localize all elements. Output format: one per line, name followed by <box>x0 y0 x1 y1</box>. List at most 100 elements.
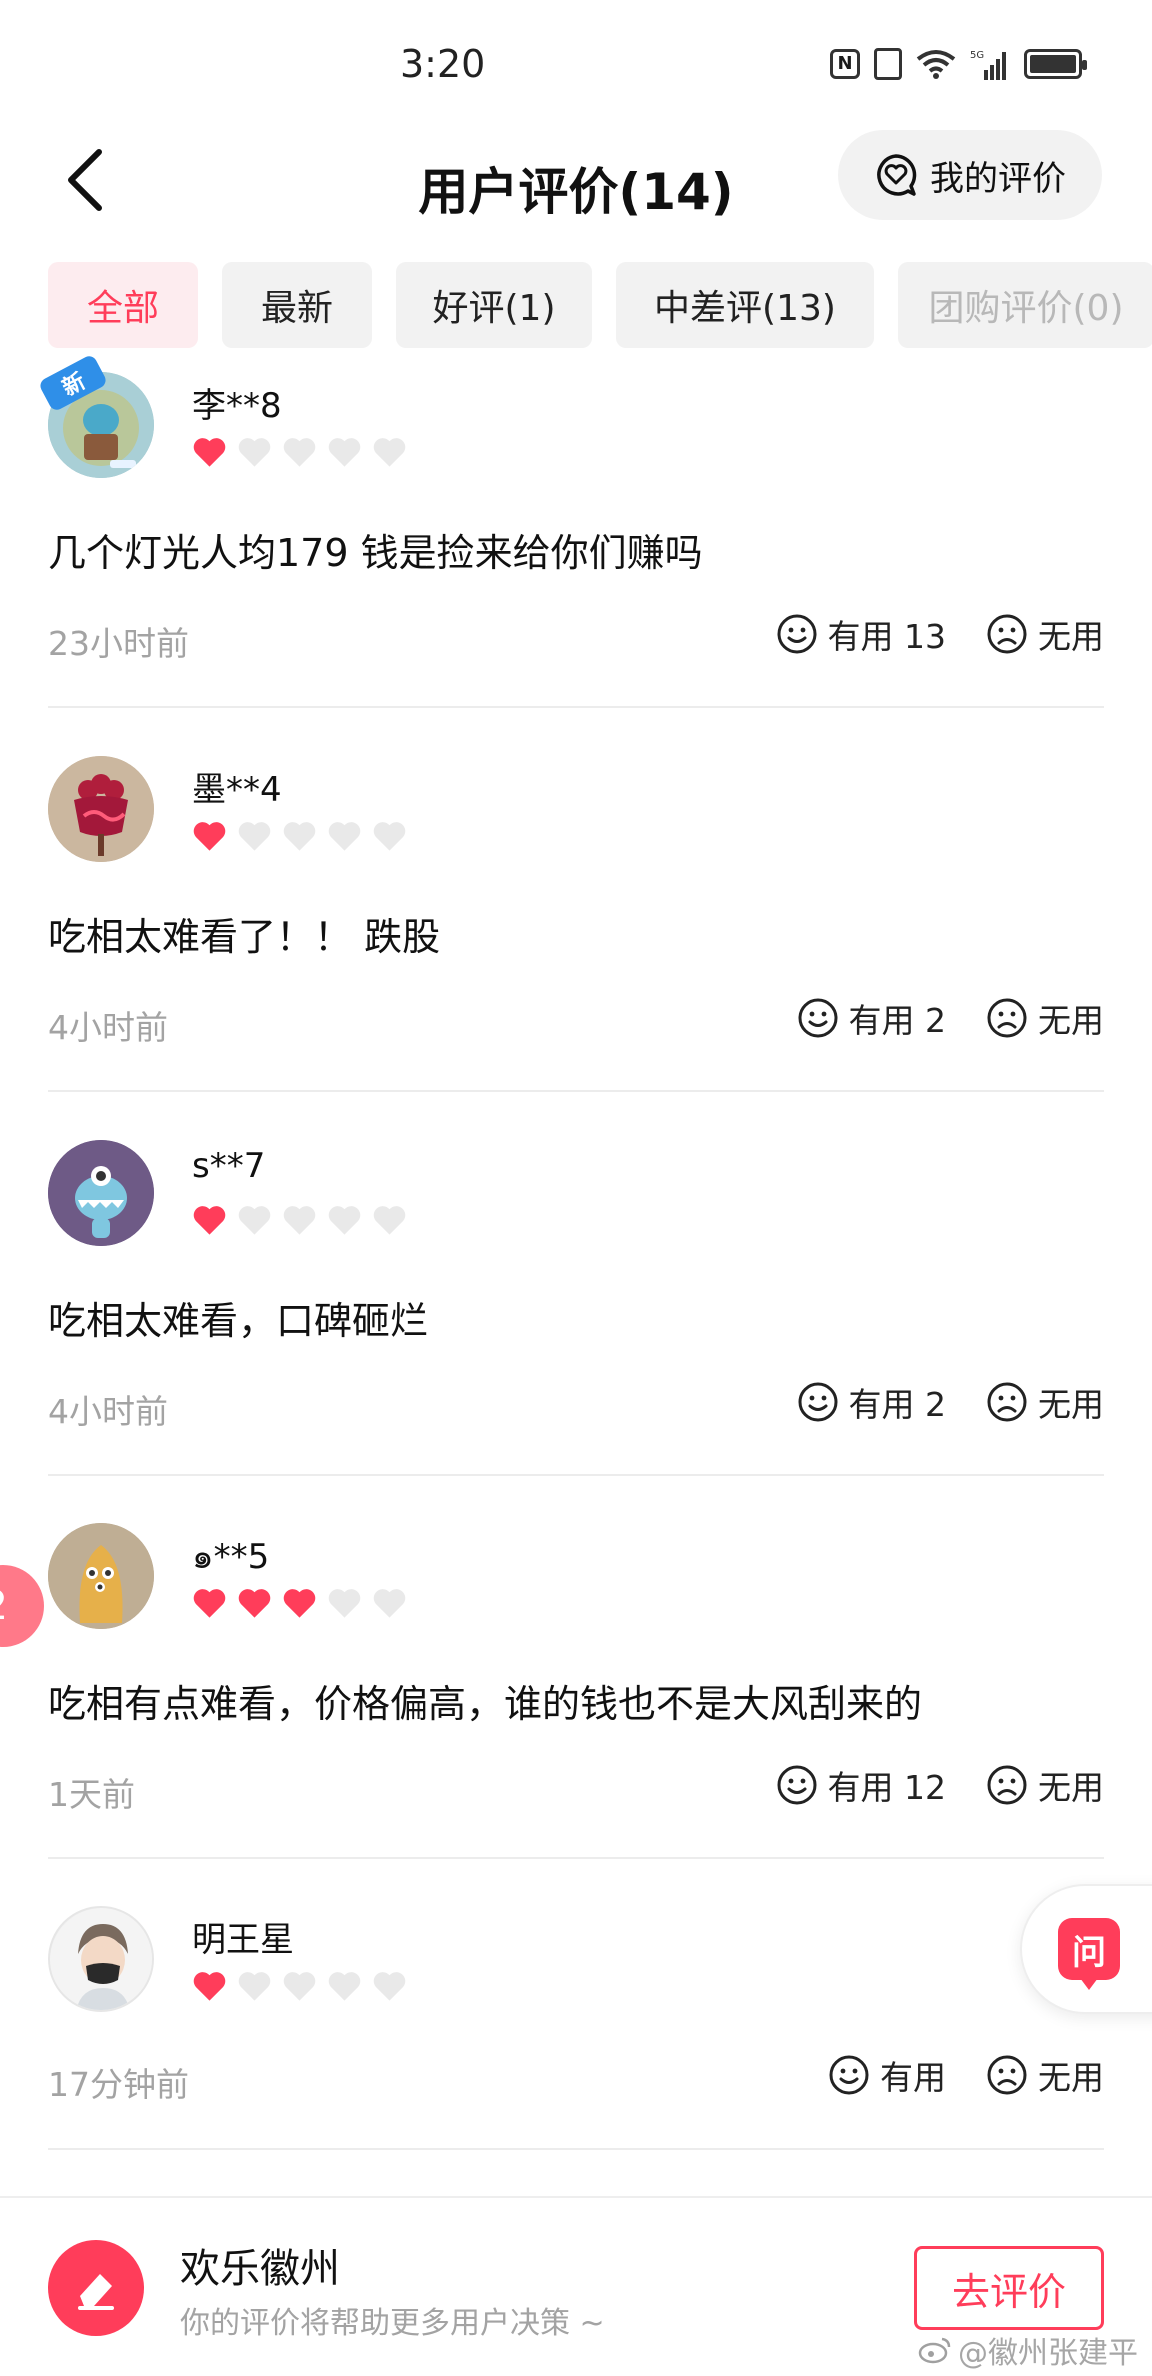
review-item: 墨**4 吃相太难看了！！ 跌股 4小时前 有用 2 无用 <box>48 756 1104 1092</box>
avatar[interactable] <box>48 1523 154 1629</box>
heart-empty-icon <box>328 438 361 467</box>
review-actions: 有用 无用 <box>828 2051 1104 2099</box>
useless-button[interactable]: 无用 <box>986 2051 1104 2099</box>
useless-button[interactable]: 无用 <box>986 610 1104 658</box>
avatar[interactable] <box>48 756 154 862</box>
review-hint: 你的评价将帮助更多用户决策 ~ <box>180 2306 605 2341</box>
useful-label: 有用 2 <box>848 1001 947 1040</box>
useful-button[interactable]: 有用 12 <box>776 1761 946 1809</box>
heart-bubble-icon <box>877 154 917 196</box>
username: 李**8 <box>192 386 282 426</box>
review-text: 几个灯光人均179 钱是捡来给你们赚吗 <box>48 531 703 575</box>
heart-empty-icon <box>373 822 406 851</box>
useful-label: 有用 13 <box>827 617 946 656</box>
smile-icon <box>798 998 837 1038</box>
useful-button[interactable]: 有用 13 <box>776 610 946 658</box>
weibo-logo-icon <box>918 2337 951 2364</box>
avatar-image <box>48 756 154 862</box>
wifi-icon <box>916 49 956 79</box>
review-text: 吃相太难看了！！ 跌股 <box>48 915 441 959</box>
nfc-icon: N <box>830 49 860 79</box>
review-time: 4小时前 <box>48 1392 168 1431</box>
write-review-icon[interactable] <box>48 2240 144 2336</box>
vibrate-icon <box>874 48 902 80</box>
heart-empty-icon <box>283 822 316 851</box>
watermark: @徽州张建平 <box>918 2328 1138 2372</box>
useless-label: 无用 <box>1038 1768 1104 1807</box>
username: 墨**4 <box>192 770 282 810</box>
filter-tabs: 全部 最新 好评(1) 中差评(13) 团购评价(0) <box>48 262 1152 348</box>
divider <box>48 1474 1104 1476</box>
ask-question-button[interactable]: 问 <box>1020 1884 1152 2014</box>
useful-button[interactable]: 有用 2 <box>797 994 947 1042</box>
smile-icon <box>777 614 817 654</box>
frown-icon <box>987 1382 1027 1422</box>
smile-icon <box>798 1382 837 1422</box>
review-actions: 有用 2 无用 <box>797 1378 1104 1426</box>
review-text: 吃相太难看，口碑砸烂 <box>48 1299 429 1343</box>
heart-filled-icon <box>193 1972 226 2001</box>
filter-tab-positive[interactable]: 好评(1) <box>396 262 592 348</box>
useful-button[interactable]: 有用 <box>828 2051 946 2099</box>
username: s**7 <box>192 1146 266 1186</box>
review-item: s**7 吃相太难看，口碑砸烂 4小时前 有用 2 无用 <box>48 1140 1104 1476</box>
useless-label: 无用 <box>1038 1385 1104 1424</box>
heart-empty-icon <box>238 822 271 851</box>
heart-empty-icon <box>373 1589 406 1618</box>
eraser-pen-icon <box>78 2274 114 2310</box>
avatar[interactable] <box>48 1906 154 2012</box>
useless-label: 无用 <box>1038 1001 1104 1040</box>
review-time: 1天前 <box>48 1775 135 1814</box>
rating-hearts <box>192 820 407 852</box>
avatar[interactable] <box>48 1140 154 1246</box>
review-item: ๑**5 吃相有点难看，价格偏高，谁的钱也不是大风刮来的 1天前 有用 12 无… <box>48 1523 1104 1859</box>
heart-empty-icon <box>328 1972 361 2001</box>
heart-empty-icon <box>238 438 271 467</box>
signal-5g-icon: 5G <box>970 48 1010 80</box>
filter-tab-all[interactable]: 全部 <box>48 262 198 348</box>
review-time: 23小时前 <box>48 624 189 663</box>
username: ๑**5 <box>192 1537 270 1577</box>
status-icons: N 5G <box>830 48 1087 80</box>
review-actions: 有用 2 无用 <box>797 994 1104 1042</box>
heart-filled-icon <box>283 1589 316 1618</box>
battery-icon <box>1024 49 1087 79</box>
divider <box>48 1857 1104 1859</box>
heart-filled-icon <box>193 1589 226 1618</box>
heart-empty-icon <box>238 1972 271 2001</box>
frown-icon <box>987 998 1027 1038</box>
ask-icon: 问 <box>1058 1918 1120 1990</box>
shop-name: 欢乐徽州 <box>180 2246 340 2292</box>
heart-filled-icon <box>193 822 226 851</box>
smile-icon <box>777 1765 817 1805</box>
filter-tab-group-buy[interactable]: 团购评价(0) <box>898 262 1152 348</box>
status-time: 3:20 <box>400 42 486 86</box>
heart-empty-icon <box>328 1206 361 1235</box>
avatar-image <box>50 1908 152 2010</box>
heart-empty-icon <box>283 1206 316 1235</box>
useful-label: 有用 <box>880 2058 946 2097</box>
avatar-image <box>48 1523 154 1629</box>
divider <box>48 2148 1104 2150</box>
heart-filled-icon <box>193 1206 226 1235</box>
filter-tab-negative[interactable]: 中差评(13) <box>616 262 874 348</box>
my-review-button[interactable]: 我的评价 <box>838 130 1102 220</box>
rating-hearts <box>192 1587 407 1619</box>
frown-icon <box>987 1765 1027 1805</box>
rating-hearts <box>192 436 407 468</box>
review-text: 吃相有点难看，价格偏高，谁的钱也不是大风刮来的 <box>48 1682 923 1726</box>
useless-button[interactable]: 无用 <box>986 1761 1104 1809</box>
useful-label: 有用 12 <box>827 1768 946 1807</box>
useless-button[interactable]: 无用 <box>986 994 1104 1042</box>
heart-empty-icon <box>283 438 316 467</box>
useless-button[interactable]: 无用 <box>986 1378 1104 1426</box>
status-bar: 3:20 N 5G <box>0 0 1152 130</box>
side-count-badge[interactable]: 2 <box>0 1565 44 1647</box>
filter-tab-latest[interactable]: 最新 <box>222 262 372 348</box>
divider <box>48 706 1104 708</box>
useful-button[interactable]: 有用 2 <box>797 1378 946 1426</box>
write-review-button[interactable]: 去评价 <box>914 2246 1104 2330</box>
review-item: 新 李**8 几个灯光人均179 钱是捡来给你们赚吗 23小时前 有用 13 无… <box>37 353 1104 708</box>
header: 用户评价(14) 我的评价 <box>0 130 1152 240</box>
heart-empty-icon <box>373 438 406 467</box>
